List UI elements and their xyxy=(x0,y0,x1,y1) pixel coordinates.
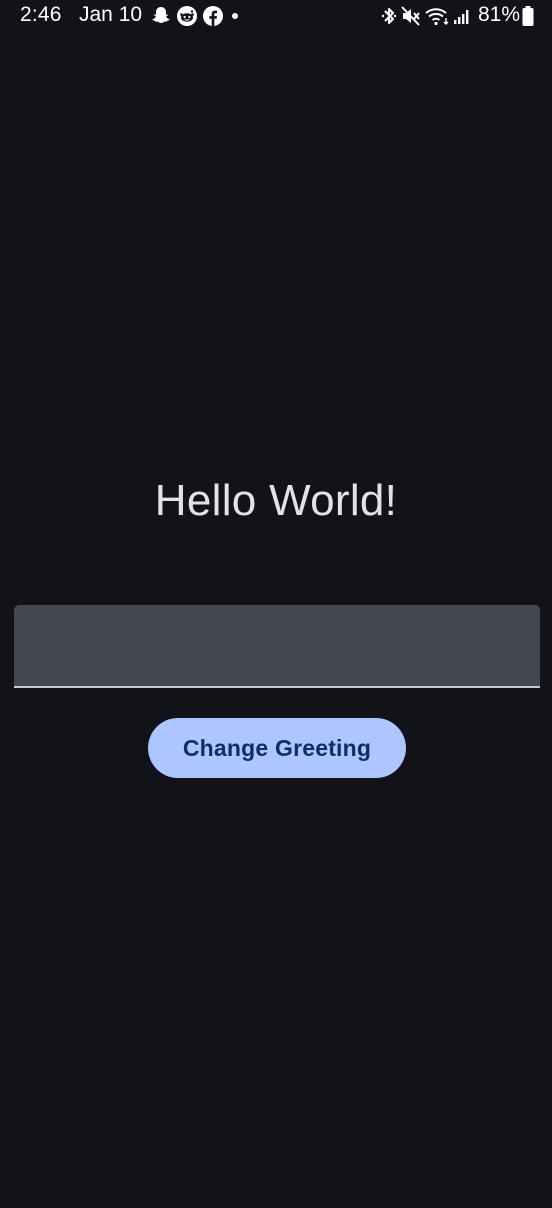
reddit-icon xyxy=(176,5,198,27)
snapchat-icon xyxy=(150,5,172,27)
notification-icons xyxy=(150,5,242,27)
greeting-input[interactable] xyxy=(14,605,540,686)
signal-icon xyxy=(453,5,471,27)
notification-dot-icon xyxy=(228,5,242,27)
greeting-input-field[interactable] xyxy=(14,605,540,688)
facebook-icon xyxy=(202,5,224,27)
greeting-text: Hello World! xyxy=(154,476,398,525)
status-time: 2:46 xyxy=(20,3,62,26)
system-icons xyxy=(380,5,471,27)
wifi-icon xyxy=(424,5,450,27)
bluetooth-icon xyxy=(380,5,398,27)
status-bar: 2:46 Jan 10 81% xyxy=(0,0,552,32)
battery-percent: 81% xyxy=(478,3,521,26)
vibrate-mute-icon xyxy=(401,5,421,27)
battery-icon xyxy=(522,6,534,31)
change-greeting-button[interactable]: Change Greeting xyxy=(148,718,406,778)
status-date: Jan 10 xyxy=(79,3,143,26)
